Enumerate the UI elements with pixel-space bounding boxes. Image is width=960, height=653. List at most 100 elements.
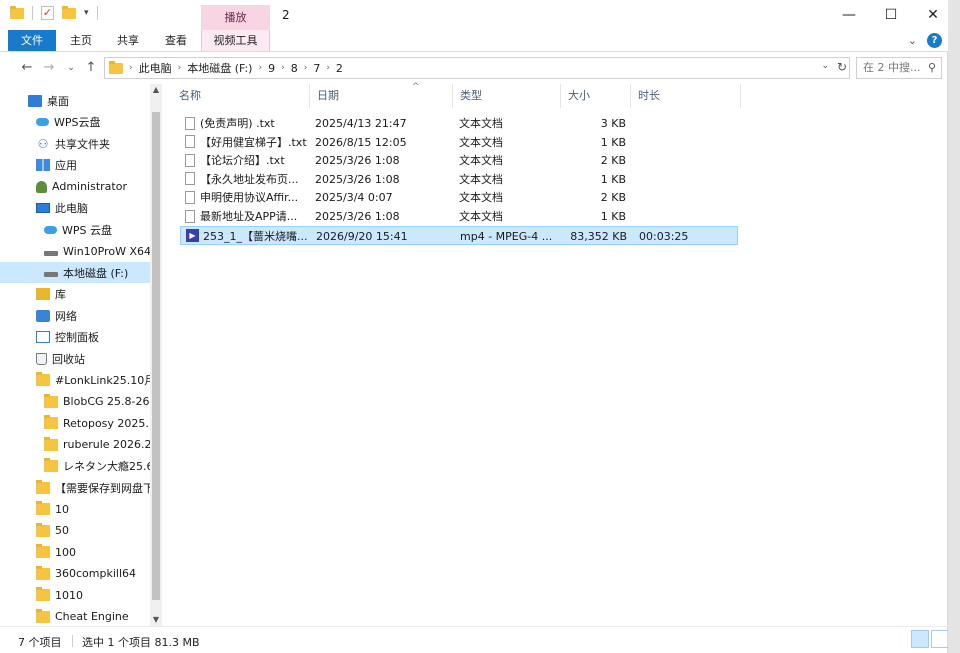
file-type: mp4 - MPEG-4 ... [460,229,553,243]
tab-share[interactable]: 共享 [107,30,149,51]
breadcrumb-7[interactable]: 7 [307,62,326,75]
cloud-icon [44,225,57,234]
nav-item[interactable]: WPS云盘 [0,112,150,133]
address-bar[interactable]: › 此电脑 › 本地磁盘 (F:) › 9 › 8 › 7 › 2 ⌄ ↻ [104,57,850,79]
column-header-type[interactable]: 类型 [453,84,561,108]
desktop-icon [28,94,42,107]
file-row[interactable]: 申明使用协议Affir... 2025/3/4 0:07 文本文档 2 KB [180,188,738,207]
file-row[interactable]: 【永久地址发布页... 2025/3/26 1:08 文本文档 1 KB [180,170,738,189]
file-type: 文本文档 [459,210,503,223]
file-row[interactable]: ▶ 253_1_【蔷米烧嘴... 2026/9/20 15:41 mp4 - MPEG… [180,225,738,245]
scroll-thumb[interactable] [152,112,160,600]
nav-item[interactable]: #LonkLink25.10月 [0,370,150,391]
nav-item[interactable]: Retoposy 2025.1 [0,413,150,434]
forward-arrow-icon[interactable]: → [40,59,58,77]
nav-item[interactable]: 库 [0,284,150,305]
expand-ribbon-icon[interactable]: ⌄ [908,34,917,47]
nav-item[interactable]: 【需要保存到网盘下 [0,477,150,498]
nav-item[interactable]: Administrator [0,176,150,197]
scroll-up-icon[interactable]: ▲ [150,84,162,96]
maximize-button[interactable]: ☐ [868,4,914,26]
nav-item[interactable]: 360compkill64 [0,563,150,584]
file-row[interactable]: 最新地址及APP请... 2025/3/26 1:08 文本文档 1 KB [180,207,738,226]
back-arrow-icon[interactable]: ← [18,59,36,77]
file-duration [638,114,728,133]
nav-item[interactable]: 网络 [0,305,150,326]
recent-locations-icon[interactable]: ⌄ [62,59,80,77]
folder-icon[interactable] [10,5,24,19]
breadcrumb-9[interactable]: 9 [262,62,281,75]
search-icon[interactable]: ⚲ [928,58,936,78]
file-name: (免责声明) .txt [200,117,275,130]
file-duration [638,170,728,189]
play-context-tab[interactable]: 播放 [201,5,270,30]
nav-item[interactable]: 应用 [0,155,150,176]
help-icon[interactable]: ? [927,33,942,48]
folder-icon [36,608,50,623]
nav-item-label: #LonkLink25.10月 [55,374,150,387]
up-arrow-icon[interactable]: ↑ [82,59,100,77]
breadcrumb-8[interactable]: 8 [285,62,304,75]
share-icon: ⚇ [37,136,49,151]
nav-item[interactable]: 桌面 [0,90,150,111]
nav-item[interactable]: 50 [0,520,150,541]
nav-item[interactable]: 此电脑 [0,198,150,219]
tab-view[interactable]: 查看 [155,30,197,51]
title-bar: ✓ ▾ 播放 2 — ☐ ✕ [0,0,948,30]
nav-item-label: 【需要保存到网盘下 [55,481,150,495]
nav-item[interactable]: Cheat Engine [0,606,150,626]
status-bar: 7 个项目 选中 1 个项目 81.3 MB [0,626,949,653]
tab-file[interactable]: 文件 [8,30,56,51]
file-row[interactable]: 【好用健宜梯子】.txt 2026/8/15 12:05 文本文档 1 KB [180,133,738,152]
breadcrumb-drive-f[interactable]: 本地磁盘 (F:) [181,60,258,76]
nav-item[interactable]: 控制面板 [0,327,150,348]
tab-home[interactable]: 主页 [60,30,102,51]
navigation-pane: 桌面 WPS云盘 ⚇ 共享文件夹 应用 Administrator 此电脑 WPS 云盘 Win… [0,84,162,626]
file-list: ^ 名称 日期 类型 大小 时长 (免责声明) .txt 2025/4/13 21… [172,82,948,626]
nav-item[interactable]: Win10ProW X64 [0,241,150,262]
nav-item[interactable]: 10 [0,499,150,520]
new-folder-icon[interactable] [62,5,76,19]
text-file-icon [185,153,195,167]
nav-item[interactable]: 100 [0,542,150,563]
column-header-duration[interactable]: 时长 [631,84,741,108]
breadcrumb-this-pc[interactable]: 此电脑 [133,60,178,76]
minimize-button[interactable]: — [826,4,872,26]
nav-item-label: 本地磁盘 (F:) [63,266,129,280]
column-header-name[interactable]: 名称 [172,84,310,108]
tab-video-tools[interactable]: 视频工具 [201,30,270,51]
nav-item[interactable]: 本地磁盘 (F:) [0,262,150,283]
refresh-icon[interactable]: ↻ [837,60,847,74]
nav-item[interactable]: ruberule 2026.2. [0,434,150,455]
user-icon [36,180,47,193]
nav-item[interactable]: レネタン大瘾25.6 [0,456,150,477]
column-header-size[interactable]: 大小 [561,84,631,108]
desktop-edge [948,0,960,653]
scroll-down-icon[interactable]: ▼ [150,614,162,626]
search-input[interactable]: 在 2 中搜... ⚲ [856,57,942,79]
apps-icon [36,159,50,171]
address-dropdown-icon[interactable]: ⌄ [821,61,829,71]
file-name-cell: 【好用健宜梯子】.txt [185,133,313,152]
nav-item[interactable]: 回收站 [0,348,150,369]
nav-item-label: WPS 云盘 [62,223,112,237]
properties-check-icon[interactable]: ✓ [41,6,54,20]
file-duration [638,151,728,170]
nav-item[interactable]: ⚇ 共享文件夹 [0,133,150,154]
nav-item-label: レネタン大瘾25.6 [63,460,150,473]
large-icons-view-icon[interactable] [931,630,949,648]
nav-item[interactable]: WPS 云盘 [0,219,150,240]
nav-scrollbar[interactable]: ▲ ▼ [150,84,162,626]
file-type: 文本文档 [459,191,503,205]
file-type: 文本文档 [459,117,503,130]
file-row[interactable]: (免责声明) .txt 2025/4/13 21:47 文本文档 3 KB [180,114,738,133]
file-name: 【好用健宜梯子】.txt [200,135,307,149]
details-view-icon[interactable] [911,630,929,648]
column-header-date[interactable]: 日期 [310,84,453,108]
text-file-icon [185,135,195,149]
nav-item[interactable]: BlobCG 25.8-26.7 [0,391,150,412]
nav-item[interactable]: 1010 [0,585,150,606]
file-row[interactable]: 【论坛介绍】.txt 2025/3/26 1:08 文本文档 2 KB [180,151,738,170]
chevron-down-icon[interactable]: ▾ [84,8,89,18]
breadcrumb-2[interactable]: 2 [330,62,349,75]
